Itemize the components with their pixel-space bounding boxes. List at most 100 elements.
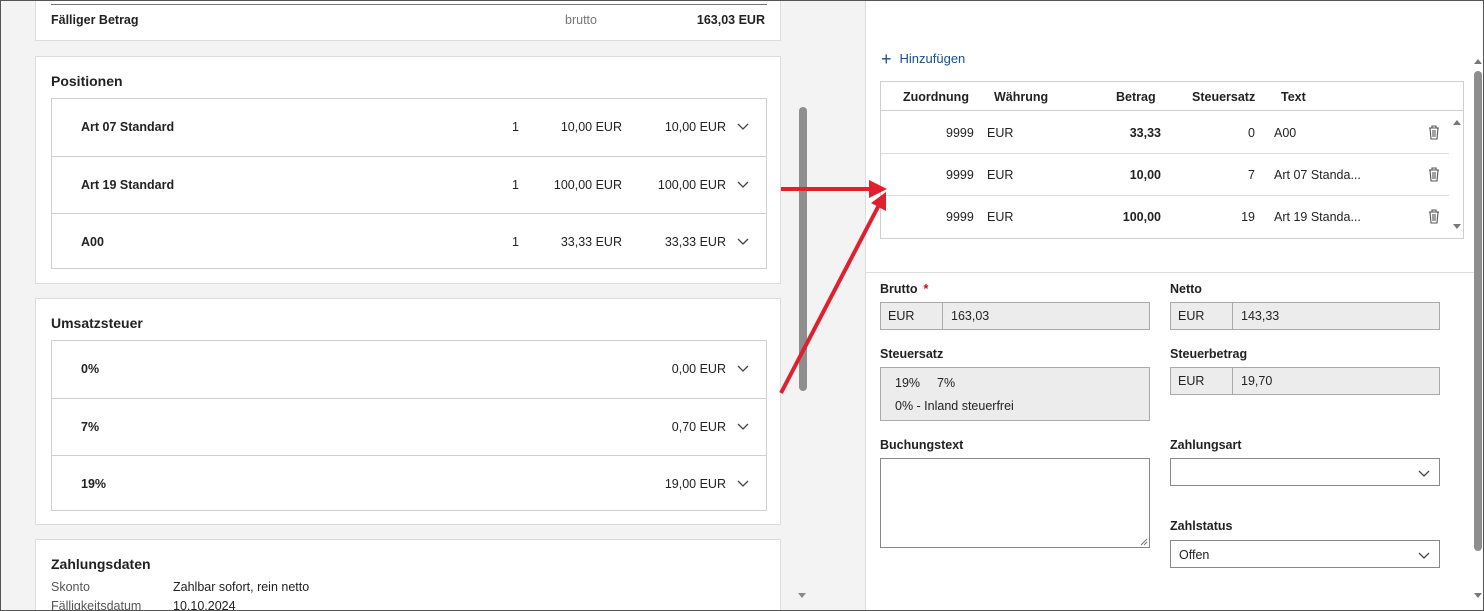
chevron-down-icon (1418, 552, 1430, 559)
trash-icon[interactable] (1427, 124, 1441, 140)
vat-row[interactable]: 7% 0,70 EUR (52, 398, 766, 455)
trash-icon[interactable] (1427, 208, 1441, 224)
cell-tax: 0 (1248, 126, 1255, 140)
buchungstext-input[interactable] (880, 458, 1150, 548)
brutto-label: Brutto * (880, 282, 929, 296)
chevron-down-icon[interactable] (736, 234, 750, 248)
right-panel: + Hinzufügen Zuordnung Währung Betrag St… (865, 1, 1483, 610)
position-name: Art 19 Standard (81, 178, 175, 192)
tax-option[interactable]: 19% (895, 376, 920, 390)
brutto-value: 163,03 (951, 309, 990, 323)
vat-card: Umsatzsteuer 0% 0,00 EUR 7% 0,70 EUR 19%… (35, 298, 781, 525)
cell-text: A00 (1274, 126, 1297, 140)
resize-handle-icon[interactable] (1140, 538, 1148, 546)
cell-currency: EUR (987, 210, 1014, 224)
column-header[interactable]: Text (1281, 90, 1306, 104)
chevron-down-icon[interactable] (736, 476, 750, 490)
vat-row[interactable]: 0% 0,00 EUR (52, 341, 766, 398)
right-scrollbar-thumb[interactable] (1474, 71, 1482, 551)
chevron-down-icon[interactable] (736, 119, 750, 133)
position-row[interactable]: Art 19 Standard 1 100,00 EUR 100,00 EUR (52, 156, 766, 213)
brutto-currency: EUR (881, 303, 943, 329)
scroll-up-icon[interactable] (1474, 59, 1482, 64)
zahlungsart-select[interactable] (1170, 458, 1440, 486)
summary-card: Fälliger Betrag brutto 163,03 EUR (35, 1, 781, 41)
cell-tax: 7 (1248, 168, 1255, 182)
scroll-down-icon[interactable] (1453, 224, 1461, 229)
summary-amount: 163,03 EUR (696, 13, 765, 27)
cell-assign: 9999 (946, 126, 974, 140)
steuerbetrag-currency: EUR (1171, 368, 1233, 394)
steuersatz-label: Steuersatz (880, 347, 944, 361)
position-row[interactable]: Art 07 Standard 1 10,00 EUR 10,00 EUR (52, 99, 766, 156)
position-qty: 1 (512, 178, 519, 192)
left-scrollbar-thumb[interactable] (799, 107, 807, 391)
buchungstext-label: Buchungstext (880, 438, 964, 452)
column-header[interactable]: Steuersatz (1192, 90, 1255, 104)
positions-card: Positionen Art 07 Standard 1 10,00 EUR 1… (35, 56, 781, 284)
cell-amount: 10,00 (1129, 168, 1161, 182)
cell-tax: 19 (1241, 210, 1255, 224)
payment-label: Skonto (51, 580, 90, 594)
table-row[interactable]: 9999 EUR 100,00 19 Art 19 Standa... (881, 196, 1449, 238)
vat-title: Umsatzsteuer (51, 315, 143, 331)
position-qty: 1 (512, 120, 519, 134)
scroll-up-icon[interactable] (1453, 120, 1461, 125)
zahlungsart-label: Zahlungsart (1170, 438, 1242, 452)
chevron-down-icon[interactable] (736, 361, 750, 375)
vat-row[interactable]: 19% 19,00 EUR (52, 455, 766, 512)
chevron-down-icon[interactable] (736, 177, 750, 191)
vat-list: 0% 0,00 EUR 7% 0,70 EUR 19% 19,00 EUR (51, 340, 767, 511)
position-total: 33,33 EUR (664, 235, 726, 249)
table-row[interactable]: 9999 EUR 10,00 7 Art 07 Standa... (881, 154, 1449, 196)
left-panel: Fälliger Betrag brutto 163,03 EUR Positi… (1, 1, 809, 610)
position-price: 100,00 EUR (553, 178, 622, 192)
zahlstatus-label: Zahlstatus (1170, 519, 1233, 533)
summary-label: Fälliger Betrag (51, 13, 139, 27)
add-button[interactable]: + Hinzufügen (881, 48, 966, 69)
trash-icon[interactable] (1427, 166, 1441, 182)
section-divider (866, 272, 1474, 273)
column-header[interactable]: Zuordnung (903, 90, 969, 104)
payment-value: Zahlbar sofort, rein netto (173, 580, 310, 594)
cell-text: Art 07 Standa... (1274, 168, 1361, 182)
tax-option[interactable]: 0% - Inland steuerfrei (895, 399, 1014, 413)
vat-amount: 0,00 EUR (671, 362, 726, 376)
cell-amount: 33,33 (1129, 126, 1161, 140)
position-total: 100,00 EUR (657, 178, 726, 192)
payment-card: Zahlungsdaten Skonto Zahlbar sofort, rei… (35, 539, 781, 610)
booking-table: Zuordnung Währung Betrag Steuersatz Text… (880, 81, 1464, 239)
position-row[interactable]: A00 1 33,33 EUR 33,33 EUR (52, 213, 766, 270)
position-qty: 1 (512, 235, 519, 249)
scroll-down-icon[interactable] (798, 593, 806, 598)
position-name: A00 (81, 235, 104, 249)
position-price: 33,33 EUR (560, 235, 622, 249)
positions-title: Positionen (51, 73, 123, 89)
payment-label: Fälligkeitsdatum (51, 599, 142, 610)
add-label: Hinzufügen (899, 51, 966, 66)
steuerbetrag-label: Steuerbetrag (1170, 347, 1248, 361)
cell-amount: 100,00 (1122, 210, 1161, 224)
table-header: Zuordnung Währung Betrag Steuersatz Text (881, 82, 1463, 111)
vat-rate: 7% (81, 420, 100, 434)
netto-field[interactable]: EUR 143,33 (1170, 302, 1440, 330)
zahlstatus-select[interactable]: Offen (1170, 540, 1440, 568)
steuerbetrag-value: 19,70 (1241, 374, 1273, 388)
scroll-down-icon[interactable] (1474, 593, 1482, 598)
chevron-down-icon[interactable] (736, 419, 750, 433)
zahlstatus-value: Offen (1179, 548, 1210, 562)
column-header[interactable]: Betrag (1116, 90, 1156, 104)
steuersatz-field[interactable]: 19% 7% 0% - Inland steuerfrei (880, 367, 1150, 421)
plus-icon: + (881, 48, 892, 69)
chevron-down-icon (1418, 470, 1430, 477)
steuerbetrag-field[interactable]: EUR 19,70 (1170, 367, 1440, 395)
column-header[interactable]: Währung (994, 90, 1048, 104)
summary-divider (51, 4, 767, 5)
table-row[interactable]: 9999 EUR 33,33 0 A00 (881, 112, 1449, 154)
cell-currency: EUR (987, 168, 1014, 182)
tax-option[interactable]: 7% (937, 376, 955, 390)
brutto-field[interactable]: EUR 163,03 (880, 302, 1150, 330)
cell-assign: 9999 (946, 168, 974, 182)
position-price: 10,00 EUR (560, 120, 622, 134)
payment-value: 10.10.2024 (173, 599, 236, 610)
